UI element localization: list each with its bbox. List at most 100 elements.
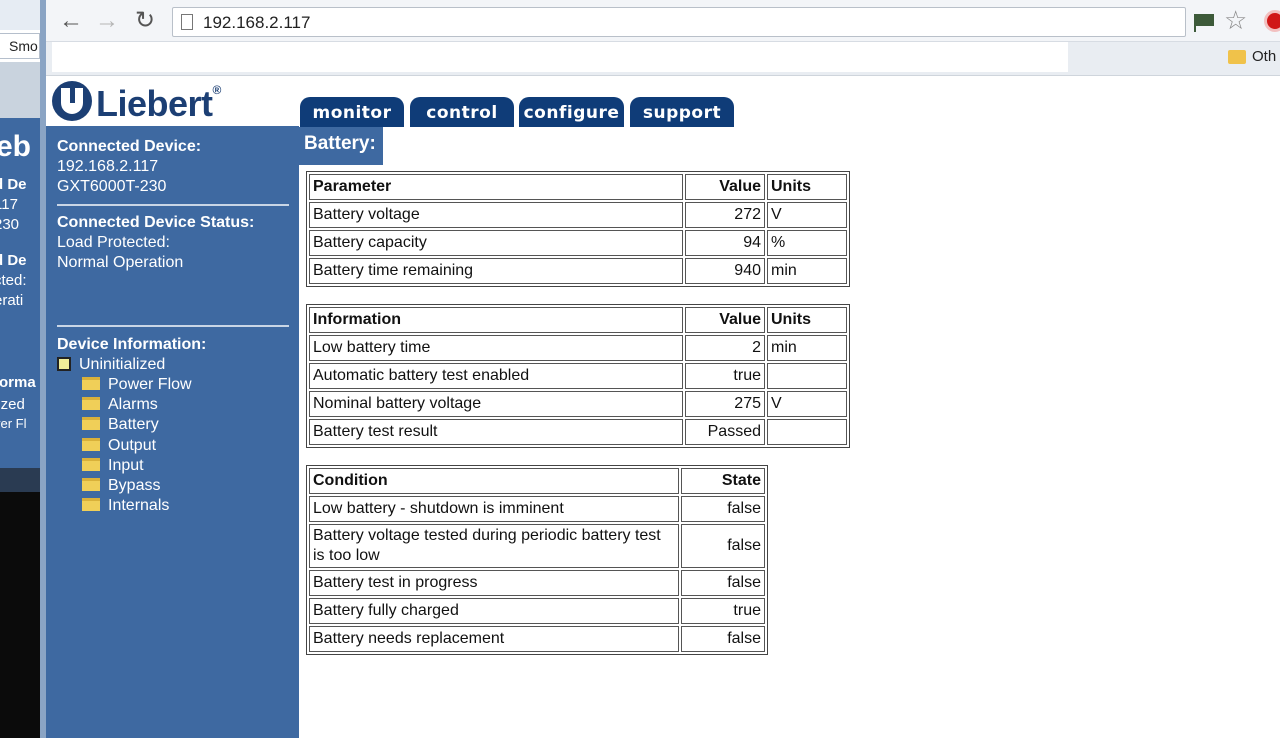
extension-icon[interactable]: [1264, 10, 1280, 32]
tree-item-alarms[interactable]: Alarms: [82, 396, 158, 414]
condition-name: Battery fully charged: [309, 598, 680, 624]
information-value: 2: [685, 335, 765, 361]
address-bar[interactable]: 192.168.2.117: [172, 7, 1186, 37]
page-icon: [181, 14, 193, 30]
parameters-table: Parameter Value Units Battery voltage 27…: [306, 171, 850, 287]
tree-item-power-flow[interactable]: Power Flow: [82, 376, 192, 394]
table-row: Battery needs replacement false: [309, 626, 765, 652]
column-header-condition: Condition: [309, 468, 680, 494]
information-name: Battery test result: [309, 419, 683, 445]
table-row: Battery capacity 94 %: [309, 230, 847, 256]
tab-configure[interactable]: configure: [519, 97, 624, 127]
folder-icon: [82, 397, 100, 410]
parameter-units: V: [767, 202, 847, 228]
condition-state: false: [681, 626, 765, 652]
tree-item-bypass[interactable]: Bypass: [82, 477, 160, 495]
tab-control[interactable]: control: [410, 97, 514, 127]
table-row: Battery time remaining 940 min: [309, 258, 847, 284]
information-name: Low battery time: [309, 335, 683, 361]
table-row: Battery voltage tested during periodic b…: [309, 524, 765, 568]
logo-text: Liebert: [96, 83, 213, 124]
background-fragment: ver Fl: [0, 416, 27, 431]
table-row: Battery test in progress false: [309, 570, 765, 596]
table-header-row: Parameter Value Units: [309, 174, 847, 200]
sidebar-divider: [57, 325, 289, 327]
web-page: Liebert® monitor control configure suppo…: [46, 77, 1280, 738]
information-name: Automatic battery test enabled: [309, 363, 683, 389]
table-header-row: Condition State: [309, 468, 765, 494]
tree-item-label: Power Flow: [108, 376, 192, 393]
browser-toolbar: ← → ↻ 192.168.2.117 ☆: [46, 0, 1280, 42]
sidebar: Connected Device: 192.168.2.117 GXT6000T…: [46, 126, 299, 738]
column-header-units: Units: [767, 174, 847, 200]
folder-icon[interactable]: [1228, 50, 1246, 64]
information-units: V: [767, 391, 847, 417]
table-row: Automatic battery test enabled true: [309, 363, 847, 389]
information-units: [767, 363, 847, 389]
parameter-name: Battery capacity: [309, 230, 683, 256]
folder-icon: [82, 498, 100, 511]
parameter-name: Battery time remaining: [309, 258, 683, 284]
device-status-line: Normal Operation: [57, 254, 184, 271]
background-fragment: d De: [0, 176, 27, 193]
information-value: 275: [685, 391, 765, 417]
folder-icon: [82, 478, 100, 491]
tree-root-uninitialized[interactable]: Uninitialized: [57, 356, 165, 374]
information-value: Passed: [685, 419, 765, 445]
forward-arrow-icon[interactable]: →: [92, 6, 122, 36]
background-fragment: lized: [0, 396, 25, 413]
back-arrow-icon[interactable]: ←: [56, 6, 86, 36]
tree-root-label: Uninitialized: [79, 356, 166, 373]
condition-name: Battery test in progress: [309, 570, 680, 596]
background-fragment: eb: [0, 130, 32, 163]
condition-state: false: [681, 570, 765, 596]
tree-item-label: Internals: [108, 497, 170, 514]
background-fragment: 230: [0, 216, 20, 233]
device-model: GXT6000T-230: [57, 178, 167, 195]
tree-item-label: Battery: [108, 416, 159, 433]
background-fragment: cted:: [0, 272, 27, 289]
parameter-name: Battery voltage: [309, 202, 683, 228]
tab-support[interactable]: support: [630, 97, 734, 127]
column-header-units: Units: [767, 307, 847, 333]
connected-device-heading: Connected Device:: [57, 138, 202, 155]
condition-state: false: [681, 524, 765, 568]
background-fragment: d De: [0, 252, 27, 269]
flag-icon[interactable]: [1192, 12, 1216, 32]
column-header-value: Value: [685, 174, 765, 200]
star-icon[interactable]: ☆: [1224, 5, 1247, 36]
page-title: Battery:: [299, 127, 383, 165]
column-header-value: Value: [685, 307, 765, 333]
condition-state: true: [681, 598, 765, 624]
condition-name: Low battery - shutdown is imminent: [309, 496, 680, 522]
tree-item-label: Alarms: [108, 396, 158, 413]
table-row: Nominal battery voltage 275 V: [309, 391, 847, 417]
column-header-state: State: [681, 468, 765, 494]
folder-icon: [82, 458, 100, 471]
condition-name: Battery needs replacement: [309, 626, 680, 652]
condition-name: Battery voltage tested during periodic b…: [309, 524, 680, 568]
other-bookmarks-label[interactable]: Oth: [1252, 48, 1276, 65]
address-bar-url: 192.168.2.117: [203, 13, 311, 32]
reload-icon[interactable]: ↻: [130, 6, 160, 36]
tree-item-label: Output: [108, 437, 157, 454]
table-header-row: Information Value Units: [309, 307, 847, 333]
tree-item-output[interactable]: Output: [82, 437, 156, 455]
logo-registered-mark: ®: [212, 83, 222, 97]
device-status-heading: Connected Device Status:: [57, 214, 255, 231]
tree-item-label: Input: [108, 457, 144, 474]
background-window-tab[interactable]: Smo: [0, 33, 40, 59]
information-units: min: [767, 335, 847, 361]
background-fragment: forma: [0, 374, 36, 391]
column-header-parameter: Parameter: [309, 174, 683, 200]
table-row: Low battery - shutdown is imminent false: [309, 496, 765, 522]
tree-item-battery[interactable]: Battery: [82, 416, 159, 434]
parameter-units: min: [767, 258, 847, 284]
device-status-line: Load Protected:: [57, 234, 170, 251]
background-fragment: erati: [0, 292, 24, 309]
tree-item-input[interactable]: Input: [82, 457, 144, 475]
column-header-information: Information: [309, 307, 683, 333]
tree-item-internals[interactable]: Internals: [82, 497, 169, 515]
tab-monitor[interactable]: monitor: [300, 97, 404, 127]
table-row: Battery test result Passed: [309, 419, 847, 445]
